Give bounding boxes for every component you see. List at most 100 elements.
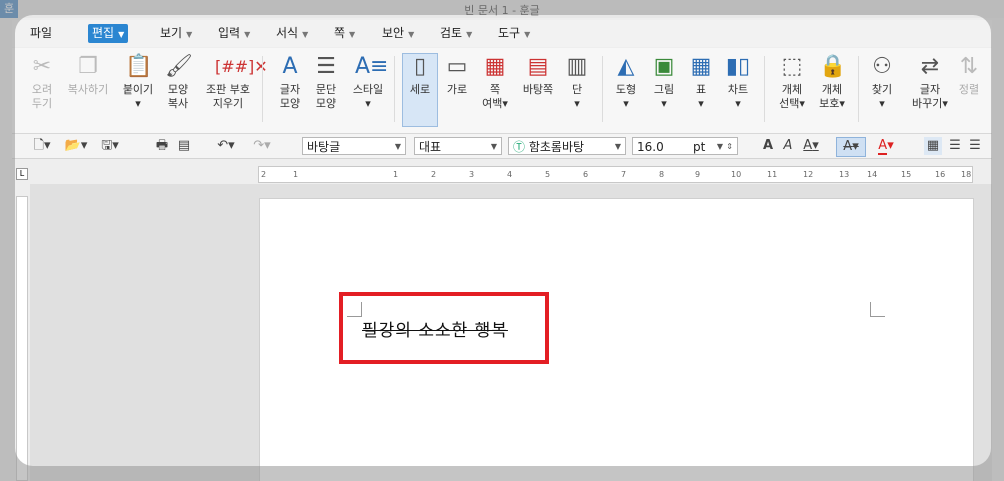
ruler-number: 18 [961, 170, 972, 179]
font-color-button[interactable]: A▾ [872, 137, 900, 155]
find-button[interactable]: ⚇ 찾기 ▾ [864, 54, 900, 111]
align-left-icon[interactable]: ☰ [946, 137, 964, 155]
chevron-down-icon: ▼ [716, 142, 723, 151]
menu-security[interactable]: 보안 ▼ [378, 24, 418, 43]
button-label: 복사 [167, 97, 189, 110]
chevron-down-icon: ▼ [490, 142, 497, 151]
page-bg-button[interactable]: ▤ 바탕쪽 [516, 54, 560, 97]
chevron-down-icon: ▼ [408, 30, 415, 39]
ruler-number: 15 [901, 170, 912, 179]
button-label: 지우기 [212, 97, 244, 110]
landscape-button[interactable]: ▭ 가로 [440, 54, 474, 97]
button-label: ▾ [661, 97, 667, 110]
paragraph-icon: ☰ [316, 54, 336, 79]
menu-tools[interactable]: 도구 ▼ [494, 24, 534, 43]
portrait-button[interactable]: ▯ 세로 [402, 53, 438, 127]
button-label: 두기 [31, 97, 53, 110]
horizontal-ruler[interactable]: 2 1 1 2 3 4 5 6 7 8 9 10 11 12 13 14 15 … [258, 166, 973, 183]
new-doc-button[interactable]: 🗋▾ [28, 137, 56, 155]
bold-button[interactable]: A [760, 137, 776, 155]
paste-button[interactable]: 📋 붙이기 ▾ [116, 54, 160, 111]
menu-label: 쪽 [334, 26, 346, 40]
chevron-down-icon: ▼ [394, 142, 401, 151]
ruler-number: 13 [839, 170, 850, 179]
button-label: 문단 [315, 83, 337, 96]
font-size-combo[interactable]: 16.0 pt ▼ ⇕ [632, 137, 738, 155]
menu-edit[interactable]: 편집 ▼ [88, 24, 129, 43]
stepper-icon[interactable]: ⇕ [726, 138, 733, 156]
object-select-button[interactable]: ⬚ 개체 선택▾ [770, 54, 814, 111]
ruler-number: 3 [469, 170, 475, 179]
style-icon: A≡ [355, 54, 389, 79]
highlight-box [339, 292, 549, 364]
columns-button[interactable]: ▥ 단 ▾ [560, 54, 594, 111]
hwp-window: 훈 빈 문서 1 - 훈글 파일 편집 ▼ 보기 ▼ 입력 ▼ 서식 ▼ 쪽 ▼ 보안 ▼ … [0, 0, 1004, 481]
para-shape-button[interactable]: ☰ 문단 모양 [304, 54, 348, 111]
align-justify-icon[interactable]: ▦ [924, 137, 942, 155]
shape-button[interactable]: ◭ 도형 ▾ [608, 54, 644, 111]
italic-button[interactable]: A [780, 137, 796, 155]
menu-view[interactable]: 보기 ▼ [156, 24, 196, 43]
align-center-icon[interactable]: ☰ [966, 137, 984, 155]
print-icon[interactable]: 🖶 [152, 137, 172, 155]
button-label: 조판 부호 [206, 83, 250, 96]
divider [764, 56, 765, 122]
chevron-down-icon: ▼ [524, 30, 531, 39]
divider [394, 56, 395, 122]
object-protect-button[interactable]: 🔒 개체 보호▾ [810, 54, 854, 111]
button-label: ▾ [735, 97, 741, 110]
ruler-number: 11 [767, 170, 778, 179]
bold-glyph: A [762, 138, 774, 153]
open-button[interactable]: 📂▾ [62, 137, 90, 155]
button-label: 세로 [409, 83, 431, 96]
shape-icon: ◭ [617, 54, 635, 79]
menu-page[interactable]: 쪽 ▼ [330, 24, 359, 43]
margin-corner-mark [870, 302, 885, 317]
strikethrough-button[interactable]: A▾ [836, 137, 866, 157]
button-label: 개체 [821, 83, 843, 96]
underline-button[interactable]: A▾ [800, 137, 822, 155]
margin-button[interactable]: ▦ 쪽 여백▾ [476, 54, 514, 111]
preview-icon[interactable]: ▤ [174, 137, 194, 155]
ribbon: ✂ 오려 두기 ❐ 복사하기 📋 붙이기 ▾ 🖌 모양 복사 [##]✕ 조판 부호 지우기 A글… [12, 48, 992, 134]
rep-combo[interactable]: 대표 ▼ [414, 137, 502, 155]
menu-label: 보기 [160, 26, 183, 40]
copy-button[interactable]: ❐ 복사하기 [66, 54, 110, 97]
menu-label: 검토 [440, 26, 463, 40]
button-label: 붙이기 [122, 83, 154, 96]
ruler-number: 2 [261, 170, 267, 179]
chevron-down-icon: ▼ [466, 30, 473, 39]
menu-label: 입력 [218, 26, 241, 40]
undo-button[interactable]: ↶▾ [212, 137, 240, 155]
vertical-ruler[interactable] [16, 196, 28, 481]
button-label: 보호▾ [819, 97, 845, 110]
tab-type-icon[interactable]: L [16, 168, 28, 180]
object-select-icon: ⬚ [781, 54, 803, 79]
sort-button[interactable]: ⇅ 정렬 [952, 54, 986, 97]
menu-format[interactable]: 서식 ▼ [272, 24, 312, 43]
save-button[interactable]: 🖫▾ [96, 137, 124, 155]
table-button[interactable]: ▦ 표 ▾ [684, 54, 718, 111]
scissors-icon: ✂ [32, 54, 52, 79]
menu-file[interactable]: 파일 [26, 24, 56, 43]
format-copy-button[interactable]: 🖌 모양 복사 [156, 54, 200, 111]
button-label: 가로 [446, 83, 468, 96]
button-label: 모양 [279, 97, 301, 110]
cut-button[interactable]: ✂ 오려 두기 [20, 54, 64, 111]
button-label: ▾ [698, 97, 704, 110]
button-label: 그림 [653, 83, 675, 96]
menu-review[interactable]: 검토 ▼ [436, 24, 476, 43]
ruler-number: 12 [803, 170, 814, 179]
table-icon: ▦ [690, 54, 712, 79]
picture-button[interactable]: ▣ 그림 ▾ [646, 54, 682, 111]
chart-icon: ▮▯ [725, 54, 751, 79]
style-button[interactable]: A≡ 스타일 ▾ [346, 54, 390, 111]
redo-button[interactable]: ↷▾ [248, 137, 276, 155]
style-combo[interactable]: 바탕글 ▼ [302, 137, 406, 155]
menu-insert[interactable]: 입력 ▼ [214, 24, 254, 43]
replace-button[interactable]: ⇄ 글자 바꾸기▾ [908, 54, 952, 111]
menu-label: 도구 [498, 26, 521, 40]
delete-code-button[interactable]: [##]✕ 조판 부호 지우기 [202, 54, 268, 111]
chart-button[interactable]: ▮▯ 차트 ▾ [720, 54, 756, 111]
font-combo[interactable]: Ⓣ 함초롬바탕 ▼ [508, 137, 626, 155]
